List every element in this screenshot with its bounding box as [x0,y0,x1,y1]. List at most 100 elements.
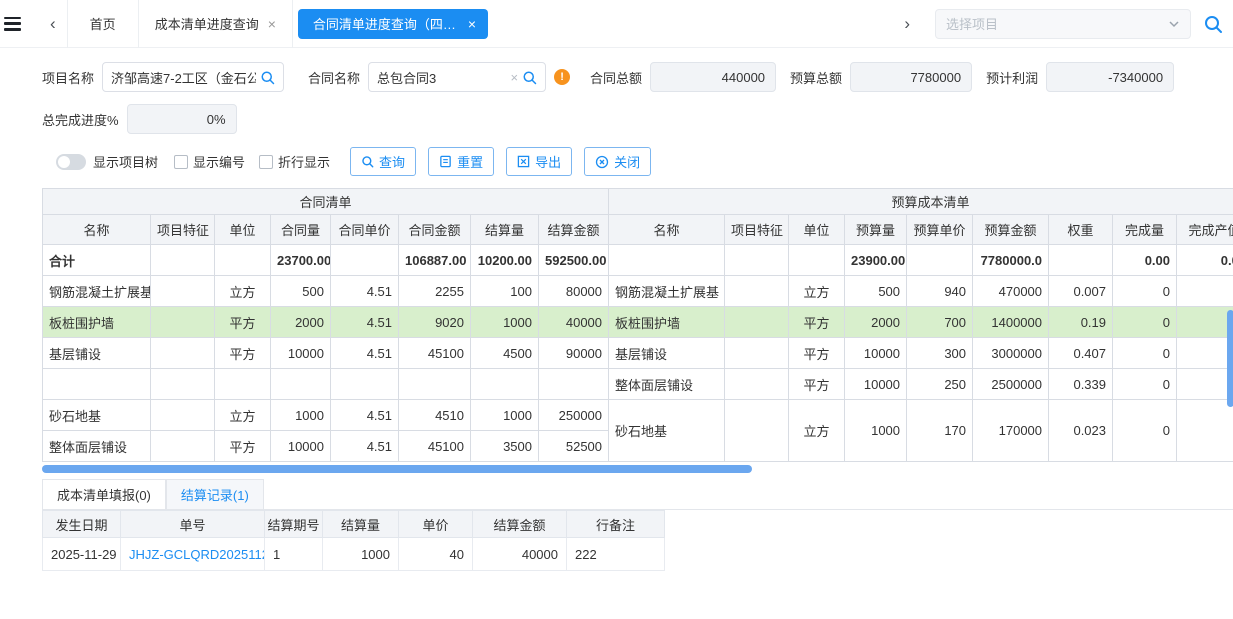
horizontal-scrollbar-thumb[interactable] [42,465,752,473]
cell: 9020 [399,307,471,338]
tab-label: 结算记录(1) [181,488,249,503]
tab-home[interactable]: 首页 [67,0,139,48]
table-row[interactable]: 整体面层铺设 平方 10000 250 2500000 0.339 0 0 [43,369,1233,400]
close-button-label: 关闭 [614,152,640,171]
export-button[interactable]: 导出 [506,147,572,176]
cell: 4.51 [331,338,399,369]
total-progress-value: 0% [207,112,226,127]
order-number-cell: JHJZ-GCLQRD20251129 [121,538,265,571]
col-header: 结算金额 [539,215,609,245]
settlement-period: 1 [265,538,323,571]
table-row-total[interactable]: 合计 23700.00 106887.00 10200.00 592500.00… [43,245,1233,276]
cell: 7780000.0 [973,245,1049,276]
close-button[interactable]: 关闭 [584,147,651,176]
cell: 0.00 [1177,245,1233,276]
tab-settlement-records[interactable]: 结算记录(1) [166,479,264,509]
group-header-budget: 预算成本清单 [609,189,1233,215]
cell [215,245,271,276]
cell: 立方 [789,276,845,307]
cell [43,369,151,400]
col-header: 结算量 [471,215,539,245]
export-button-label: 导出 [535,152,561,171]
col-header: 合同单价 [331,215,399,245]
total-progress-label: 总完成进度% [42,110,119,129]
contract-total-label: 合同总额 [590,68,642,87]
cell [725,400,789,462]
progress-table: 合同清单 预算成本清单 名称 项目特征 单位 合同量 合同单价 合同金额 结算量… [42,188,1233,462]
table-row[interactable]: 砂石地基 立方 1000 4.51 4510 1000 250000 砂石地基 … [43,400,1233,431]
tab-cost-list-fill[interactable]: 成本清单填报(0) [42,479,166,509]
cell: 23700.00 [271,245,331,276]
cell: 立方 [215,276,271,307]
cell: 4510 [399,400,471,431]
table-row[interactable]: 钢筋混凝土扩展基 立方 500 4.51 2255 100 80000 钢筋混凝… [43,276,1233,307]
cell [331,245,399,276]
col-header: 合同金额 [399,215,471,245]
query-button[interactable]: 查询 [350,147,416,176]
circle-close-icon [595,155,609,169]
project-tree-toggle[interactable] [56,154,86,170]
tab-scroll-right-icon[interactable]: › [893,14,921,34]
tab-cost-list-progress[interactable]: 成本清单进度查询 × [139,0,293,48]
project-select-placeholder: 选择项目 [946,14,998,33]
cell [1049,245,1113,276]
cell: 0.023 [1049,400,1113,462]
col-header: 结算金额 [473,511,567,538]
close-icon[interactable]: × [268,17,276,31]
contract-name-input[interactable]: 总包合同3 × [368,62,546,92]
filter-row-1: 项目名称 济邹高速7-2工区（金石公 合同名称 总包合同3 × ! 合同总额 4… [42,62,1233,92]
cell: 0.00 [1113,245,1177,276]
cell: 10000 [845,338,907,369]
cell: 平方 [215,338,271,369]
col-header: 预算量 [845,215,907,245]
cell: 0 [1177,276,1233,307]
cell: 1000 [471,307,539,338]
cell [151,245,215,276]
table-row-selected[interactable]: 板桩围护墙 平方 2000 4.51 9020 1000 40000 板桩围护墙… [43,307,1233,338]
cell [907,245,973,276]
cell: 0 [1113,400,1177,462]
budget-total-label: 预算总额 [790,68,842,87]
search-icon[interactable] [522,70,537,85]
search-icon[interactable] [1203,14,1223,34]
search-icon[interactable] [260,70,275,85]
cell: 0 [1177,307,1233,338]
cell: 700 [907,307,973,338]
cell: 钢筋混凝土扩展基 [43,276,151,307]
contract-name-value: 总包合同3 [377,68,506,87]
table-row[interactable]: 2025-11-29 JHJZ-GCLQRD20251129 1 1000 40… [43,538,665,571]
tab-contract-list-progress[interactable]: 合同清单进度查询（四… × [298,9,488,39]
menu-icon[interactable] [4,17,21,31]
cell [271,369,331,400]
cell: 10000 [271,431,331,462]
project-select[interactable]: 选择项目 [935,9,1191,39]
cell: 平方 [215,307,271,338]
cell: 4.51 [331,276,399,307]
cell: 1000 [471,400,539,431]
show-number-checkbox[interactable] [174,155,188,169]
row-remark: 222 [567,538,665,571]
toolbar: 显示项目树 显示编号 折行显示 查询 重置 导出 关闭 [42,147,1233,176]
cell: 0.19 [1049,307,1113,338]
cell [609,245,725,276]
close-icon[interactable]: × [468,17,476,31]
project-name-input[interactable]: 济邹高速7-2工区（金石公 [102,62,284,92]
vertical-scrollbar-thumb[interactable] [1227,310,1233,407]
order-number-link[interactable]: JHJZ-GCLQRD20251129 [129,547,265,562]
cell: 100 [471,276,539,307]
cell: 平方 [215,431,271,462]
clear-icon[interactable]: × [510,70,518,85]
contract-name-label: 合同名称 [308,68,360,87]
cell: 立方 [789,400,845,462]
table-row[interactable]: 基层铺设 平方 10000 4.51 45100 4500 90000 基层铺设… [43,338,1233,369]
wrap-display-checkbox[interactable] [259,155,273,169]
col-header: 完成量 [1113,215,1177,245]
cell: 170000 [973,400,1049,462]
cell: 592500.00 [539,245,609,276]
cell [725,338,789,369]
tab-scroll-left-icon[interactable]: ‹ [39,14,67,34]
col-header: 单位 [215,215,271,245]
show-number-label: 显示编号 [193,152,245,171]
cell [539,369,609,400]
reset-button[interactable]: 重置 [428,147,494,176]
